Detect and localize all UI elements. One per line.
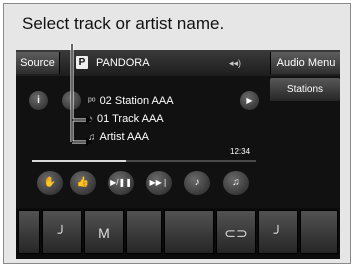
audio-menu-button[interactable]: Audio Menu [270, 52, 340, 74]
thumbs-down-icon: ✋ [43, 177, 57, 188]
play-button[interactable]: ▶ [240, 91, 259, 110]
station-name: 02 Station AAA [99, 95, 174, 107]
artist-name: Artist AAA [99, 131, 150, 143]
pandora-title: PANDORA [96, 57, 150, 69]
car-icon: ⊂⊃ [224, 225, 248, 241]
station-button[interactable] [62, 91, 81, 110]
blank-key-4[interactable] [300, 210, 338, 254]
head-unit-screen: Source P PANDORA ◂◂) Audio Menu Stations… [16, 50, 340, 259]
seat-left-icon: ╯ [57, 225, 67, 241]
climate-bar: ╯ M ⊂⊃ ╯ [16, 208, 340, 259]
bookmark-song-icon: ♪ [194, 177, 200, 188]
track-name: 01 Track AAA [97, 113, 164, 125]
source-button[interactable]: Source [16, 52, 60, 74]
artist-icon: ♫ [88, 132, 96, 143]
skip-button[interactable]: ▶▶❘ [146, 171, 172, 195]
station-row[interactable]: ᵖᵒ 02 Station AAA [88, 94, 174, 109]
seat-heat-left-button[interactable]: ╯ [42, 210, 82, 254]
music-note-icon: ♪ [88, 114, 93, 125]
bookmark-song-button[interactable]: ♪ [184, 171, 210, 195]
mode-icon: M [98, 225, 110, 241]
skip-icon: ▶▶❘ [149, 178, 169, 187]
station-icon: ᵖᵒ [88, 96, 96, 107]
blank-key-2[interactable] [126, 210, 162, 254]
artist-row[interactable]: ♫ Artist AAA [88, 130, 149, 145]
bookmark-artist-icon: ♫ [232, 177, 240, 188]
top-bar: Source P PANDORA ◂◂) Audio Menu [16, 50, 340, 76]
thumbs-down-button[interactable]: ✋ [37, 171, 63, 195]
instruction-caption: Select track or artist name. [22, 14, 225, 33]
stations-button[interactable]: Stations [270, 78, 340, 101]
seat-heat-right-button[interactable]: ╯ [258, 210, 298, 254]
bookmark-artist-button[interactable]: ♫ [223, 171, 249, 195]
progress-bar [32, 160, 256, 162]
track-row[interactable]: ♪ 01 Track AAA [88, 112, 164, 127]
volume-icon: ◂◂) [229, 58, 242, 68]
thumbs-up-icon: 👍 [76, 177, 90, 188]
seat-right-icon: ╯ [273, 225, 283, 241]
elapsed-time: 12:34 [230, 147, 251, 156]
thumbs-up-button[interactable]: 👍 [70, 171, 96, 195]
info-button[interactable]: i [29, 91, 48, 110]
pandora-logo-icon: P [76, 56, 88, 69]
recirculation-button[interactable]: ⊂⊃ [216, 210, 256, 254]
blank-key-3[interactable] [164, 210, 214, 254]
mode-button[interactable]: M [84, 210, 124, 254]
progress-fill [32, 160, 127, 162]
play-pause-icon: ▶/❚❚ [110, 178, 132, 187]
blank-key-1[interactable] [18, 210, 40, 254]
play-pause-button[interactable]: ▶/❚❚ [108, 171, 134, 195]
